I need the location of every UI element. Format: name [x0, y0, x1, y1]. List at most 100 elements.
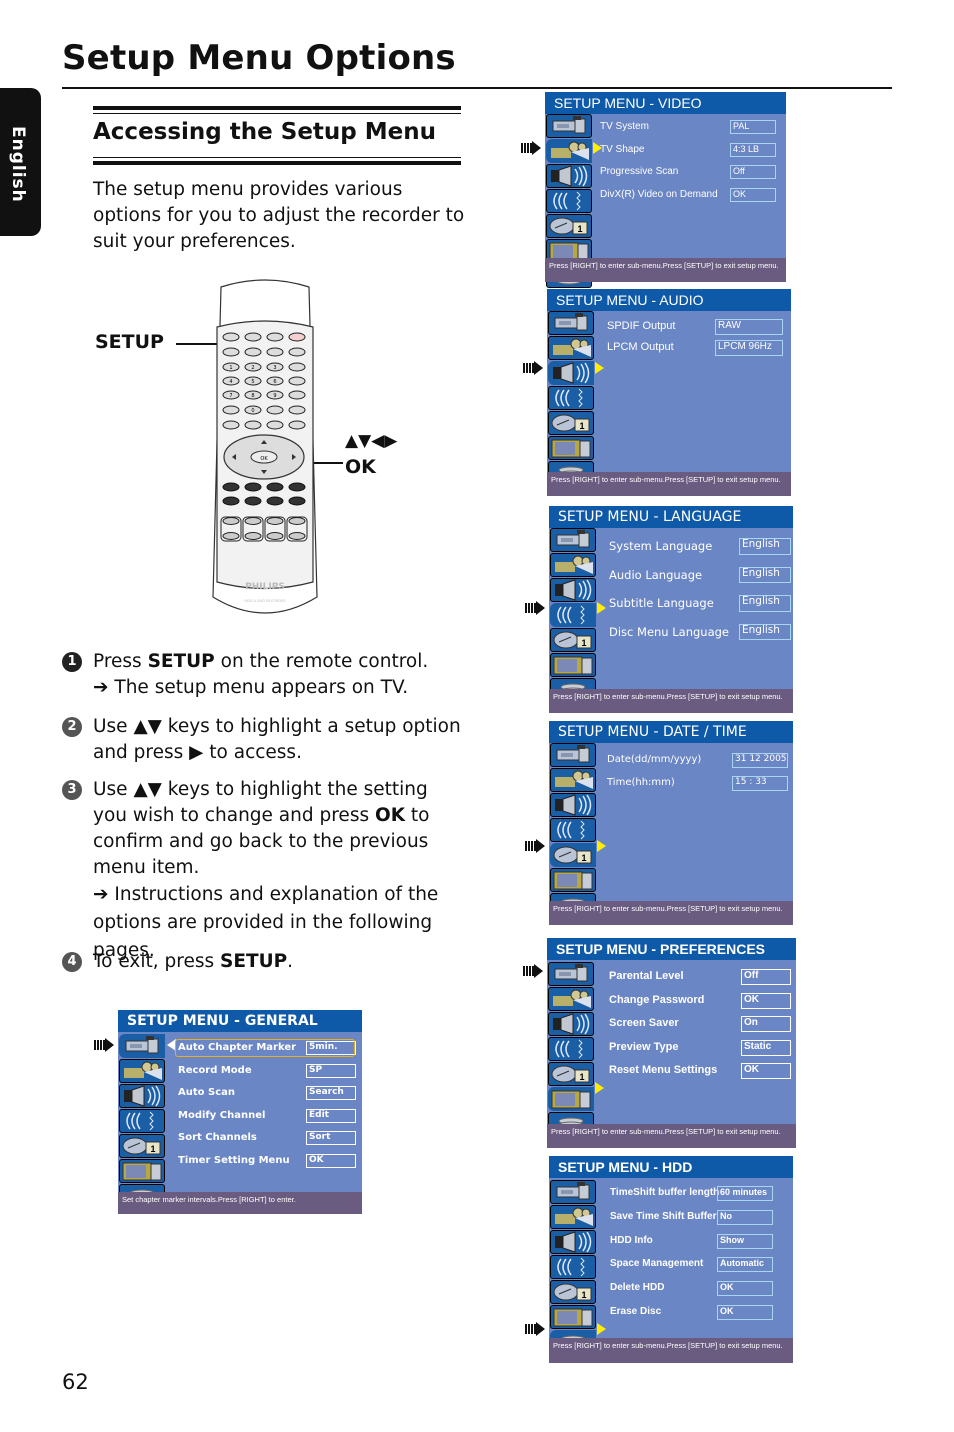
date-clock-icon[interactable]: 1 — [550, 843, 596, 867]
menu-option-value[interactable]: 15 : 33 — [732, 775, 788, 791]
video-projector-icon[interactable] — [550, 768, 596, 792]
audio-speaker-icon[interactable] — [550, 1230, 596, 1254]
audio-speaker-icon[interactable] — [550, 793, 596, 817]
audio-speaker-icon[interactable] — [548, 361, 594, 385]
preferences-tv-icon[interactable] — [548, 1087, 594, 1111]
menu-option-value[interactable]: English — [739, 566, 791, 583]
menu-option-value[interactable]: OK — [741, 992, 791, 1009]
video-projector-icon[interactable] — [546, 139, 592, 163]
language-waves-icon[interactable] — [550, 603, 596, 627]
language-waves-icon[interactable] — [548, 386, 594, 410]
menu-option-label[interactable]: Erase Disc — [610, 1306, 661, 1317]
language-waves-icon[interactable] — [548, 1037, 594, 1061]
menu-option-label[interactable]: SPDIF Output — [607, 320, 675, 332]
menu-option-label[interactable]: Screen Saver — [609, 1017, 679, 1029]
audio-speaker-icon[interactable] — [546, 164, 592, 188]
language-waves-icon[interactable] — [550, 1255, 596, 1279]
menu-option-value[interactable]: SP — [306, 1063, 356, 1078]
menu-option-value[interactable]: Show — [717, 1233, 773, 1249]
general-camcorder-icon[interactable] — [546, 114, 592, 138]
menu-option-label[interactable]: TimeShift buffer length — [610, 1187, 719, 1198]
menu-option-label[interactable]: Sort Channels — [178, 1132, 257, 1143]
video-projector-icon[interactable] — [119, 1059, 165, 1083]
menu-option-label[interactable]: Change Password — [609, 994, 704, 1006]
menu-option-label[interactable]: Parental Level — [609, 970, 684, 982]
menu-option-value[interactable]: No — [717, 1209, 773, 1225]
menu-option-label[interactable]: Modify Channel — [178, 1110, 265, 1121]
preferences-tv-icon[interactable] — [550, 868, 596, 892]
menu-option-label[interactable]: Reset Menu Settings — [609, 1064, 717, 1076]
audio-speaker-icon[interactable] — [550, 578, 596, 602]
audio-speaker-icon[interactable] — [548, 1012, 594, 1036]
menu-option-label[interactable]: Time(hh:mm) — [607, 777, 675, 788]
menu-option-label[interactable]: LPCM Output — [607, 341, 674, 353]
menu-option-label[interactable]: Disc Menu Language — [609, 625, 729, 639]
audio-speaker-icon[interactable] — [119, 1084, 165, 1108]
menu-option-label[interactable]: TV System — [600, 121, 649, 132]
language-waves-icon[interactable] — [119, 1109, 165, 1133]
menu-option-value[interactable]: Edit — [306, 1108, 356, 1123]
video-projector-icon[interactable] — [550, 1205, 596, 1229]
preferences-tv-icon[interactable] — [119, 1159, 165, 1183]
menu-option-value[interactable]: PAL — [730, 120, 776, 134]
preferences-tv-icon[interactable] — [550, 1305, 596, 1329]
menu-option-value[interactable]: LPCM 96Hz — [715, 340, 783, 356]
date-clock-icon[interactable]: 1 — [546, 214, 592, 238]
menu-option-value[interactable]: English — [739, 623, 791, 640]
menu-option-label[interactable]: TV Shape — [600, 144, 644, 155]
general-camcorder-icon[interactable] — [550, 528, 596, 552]
menu-option-value[interactable]: Off — [730, 165, 776, 179]
menu-option-value[interactable]: 31 12 2005 — [732, 753, 788, 768]
remote-digit-key-label: 5 — [251, 379, 254, 385]
menu-option-label[interactable]: Delete HDD — [610, 1282, 664, 1293]
language-waves-icon[interactable] — [546, 189, 592, 213]
date-clock-icon[interactable]: 1 — [548, 1062, 594, 1086]
preferences-tv-icon[interactable] — [548, 436, 594, 460]
menu-option-value[interactable]: Automatic — [717, 1257, 773, 1273]
general-camcorder-icon[interactable] — [550, 1180, 596, 1204]
menu-option-label[interactable]: DivX(R) Video on Demand — [600, 189, 718, 200]
menu-option-value[interactable]: Search — [306, 1086, 356, 1100]
menu-option-value[interactable]: OK — [717, 1305, 773, 1320]
date-clock-icon[interactable]: 1 — [119, 1134, 165, 1158]
menu-option-value[interactable]: English — [739, 538, 791, 555]
remote-transport-key — [222, 482, 240, 492]
menu-option-label[interactable]: Save Time Shift Buffer — [610, 1211, 717, 1222]
menu-option-label[interactable]: Subtitle Language — [609, 596, 714, 610]
menu-option-label[interactable]: System Language — [609, 539, 712, 553]
date-clock-icon[interactable]: 1 — [550, 628, 596, 652]
date-clock-icon[interactable]: 1 — [548, 411, 594, 435]
remote-key — [288, 390, 306, 400]
menu-option-label[interactable]: Auto Scan — [178, 1087, 235, 1098]
menu-option-label[interactable]: Timer Setting Menu — [178, 1155, 290, 1166]
general-camcorder-icon[interactable] — [550, 743, 596, 767]
menu-option-value[interactable]: OK — [306, 1153, 356, 1168]
menu-option-value[interactable]: 4:3 LB — [730, 142, 776, 157]
general-camcorder-icon[interactable] — [119, 1034, 165, 1058]
menu-option-label[interactable]: Date(dd/mm/yyyy) — [607, 754, 701, 765]
menu-option-value[interactable]: OK — [730, 187, 776, 202]
menu-option-label[interactable]: Record Mode — [178, 1065, 252, 1076]
general-camcorder-icon[interactable] — [548, 311, 594, 335]
menu-option-value[interactable]: Sort — [306, 1131, 356, 1145]
menu-option-label[interactable]: Preview Type — [609, 1041, 679, 1053]
video-projector-icon[interactable] — [548, 336, 594, 360]
menu-option-value[interactable]: RAW — [715, 319, 783, 335]
menu-option-value[interactable]: English — [739, 595, 791, 612]
language-waves-icon[interactable] — [550, 818, 596, 842]
menu-option-value[interactable]: OK — [741, 1063, 791, 1079]
menu-option-value[interactable]: Static — [741, 1039, 791, 1056]
video-projector-icon[interactable] — [548, 987, 594, 1011]
video-projector-icon[interactable] — [550, 553, 596, 577]
preferences-tv-icon[interactable] — [550, 653, 596, 677]
menu-option-label[interactable]: Progressive Scan — [600, 166, 678, 177]
menu-option-value[interactable]: OK — [717, 1281, 773, 1297]
menu-option-value[interactable]: 60 minutes — [717, 1186, 773, 1201]
menu-option-label[interactable]: HDD Info — [610, 1235, 653, 1246]
date-clock-icon[interactable]: 1 — [550, 1280, 596, 1304]
menu-option-value[interactable]: Off — [741, 969, 791, 985]
menu-option-label[interactable]: Space Management — [610, 1258, 703, 1269]
menu-option-value[interactable]: On — [741, 1016, 791, 1032]
menu-option-label[interactable]: Audio Language — [609, 568, 702, 582]
general-camcorder-icon[interactable] — [548, 962, 594, 986]
